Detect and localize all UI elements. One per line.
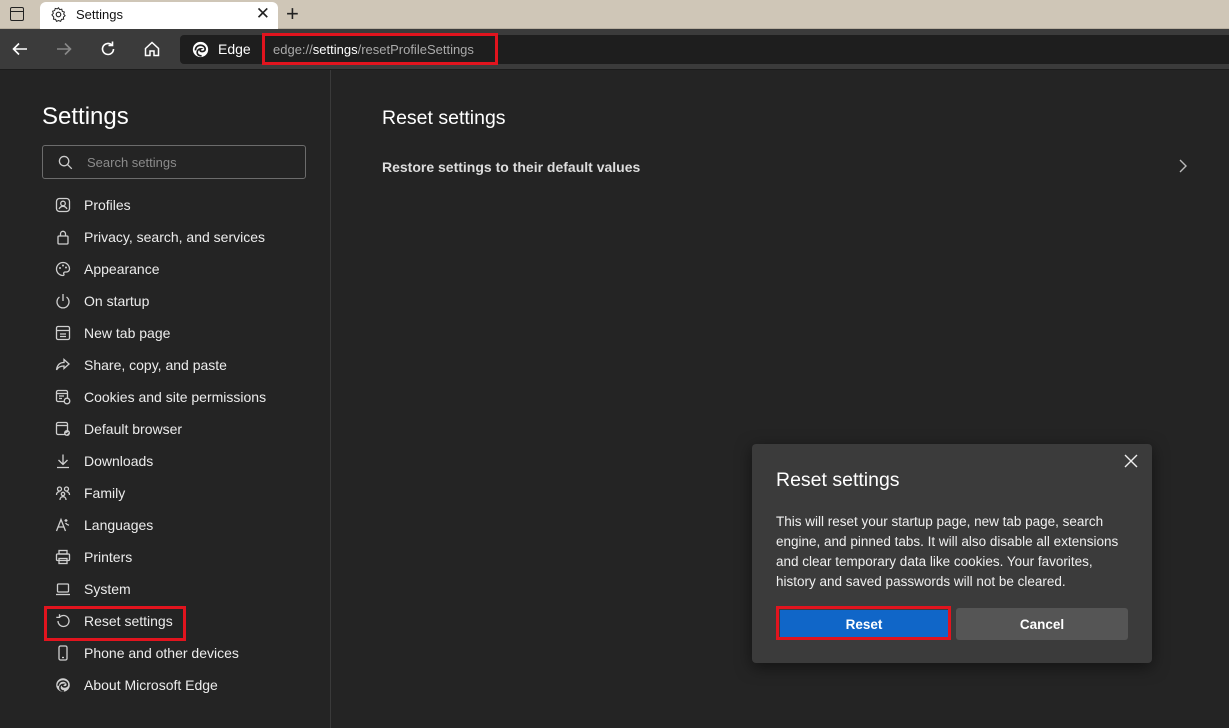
sidebar-item-cookies-and-site-permissions[interactable]: Cookies and site permissions [54,381,314,413]
close-icon[interactable] [1124,454,1138,468]
sidebar-item-about-microsoft-edge[interactable]: About Microsoft Edge [54,669,314,701]
sidebar-item-profiles[interactable]: Profiles [54,189,314,221]
sidebar-item-label: Default browser [84,421,183,437]
chevron-right-icon [1179,159,1187,173]
download-icon [54,452,72,470]
sidebar-item-label: Printers [84,549,133,565]
sidebar-item-privacy-search-and-services[interactable]: Privacy, search, and services [54,221,314,253]
permissions-icon [54,388,72,406]
page-title: Reset settings [382,107,506,129]
sidebar-title: Settings [42,103,129,130]
sidebar-item-label: Languages [84,517,154,533]
sidebar-item-phone-and-other-devices[interactable]: Phone and other devices [54,637,314,669]
sidebar-item-label: Privacy, search, and services [84,229,266,245]
sidebar-item-label: Appearance [84,261,160,277]
share-icon [54,356,72,374]
laptop-icon [54,580,72,598]
restore-defaults-label: Restore settings to their default values [382,159,641,175]
forward-icon[interactable] [52,37,76,61]
tab-title: Settings [76,7,123,22]
sidebar-item-label: Cookies and site permissions [84,389,267,405]
sidebar-item-downloads[interactable]: Downloads [54,445,314,477]
sidebar-item-label: Share, copy, and paste [84,357,227,373]
cancel-button[interactable]: Cancel [956,608,1128,640]
sidebar-item-label: On startup [84,293,150,309]
sidebar-item-default-browser[interactable]: Default browser [54,413,314,445]
tab-settings[interactable]: Settings ✕ [40,2,278,29]
edge-icon [54,676,72,694]
edge-label: Edge [218,41,251,57]
sidebar-item-label: New tab page [84,325,171,341]
phone-icon [54,644,72,662]
sidebar-item-share-copy-and-paste[interactable]: Share, copy, and paste [54,349,314,381]
restore-defaults-row[interactable]: Restore settings to their default values [382,150,1192,184]
profile-icon [54,196,72,214]
edge-logo-icon [192,41,209,58]
sidebar-item-label: Family [84,485,126,501]
sidebar-item-family[interactable]: Family [54,477,314,509]
new-tab-icon[interactable]: + [286,0,299,28]
tab-strip: Settings ✕ + [0,0,1229,29]
gear-icon [51,6,66,23]
lock-icon [54,228,72,246]
sidebar-item-label: System [84,581,131,597]
sidebar-item-label: About Microsoft Edge [84,677,218,693]
back-icon[interactable] [8,37,32,61]
reset-settings-highlight [44,606,186,641]
search-input[interactable] [87,152,297,172]
sidebar-item-printers[interactable]: Printers [54,541,314,573]
url-highlight [262,33,498,65]
reset-button-highlight [776,606,951,640]
family-icon [54,484,72,502]
sidebar-item-label: Profiles [84,197,131,213]
sidebar-item-label: Downloads [84,453,154,469]
browser-icon [54,420,72,438]
printer-icon [54,548,72,566]
tab-actions-icon[interactable] [10,7,24,21]
sidebar-item-on-startup[interactable]: On startup [54,285,314,317]
close-tab-icon[interactable]: ✕ [256,4,270,24]
sidebar-item-appearance[interactable]: Appearance [54,253,314,285]
sidebar-item-languages[interactable]: Languages [54,509,314,541]
language-icon [54,516,72,534]
palette-icon [54,260,72,278]
grid-icon [54,324,72,342]
navigation-bar: Edge edge://settings/resetProfileSetting… [0,29,1229,70]
power-icon [54,292,72,310]
refresh-icon[interactable] [96,37,120,61]
search-box[interactable] [42,145,306,179]
sidebar-item-label: Phone and other devices [84,645,239,661]
home-icon[interactable] [140,37,164,61]
search-icon [58,155,73,170]
sidebar-item-system[interactable]: System [54,573,314,605]
sidebar-item-new-tab-page[interactable]: New tab page [54,317,314,349]
dialog-body: This will reset your startup page, new t… [776,514,1119,589]
dialog-title: Reset settings [776,469,900,491]
